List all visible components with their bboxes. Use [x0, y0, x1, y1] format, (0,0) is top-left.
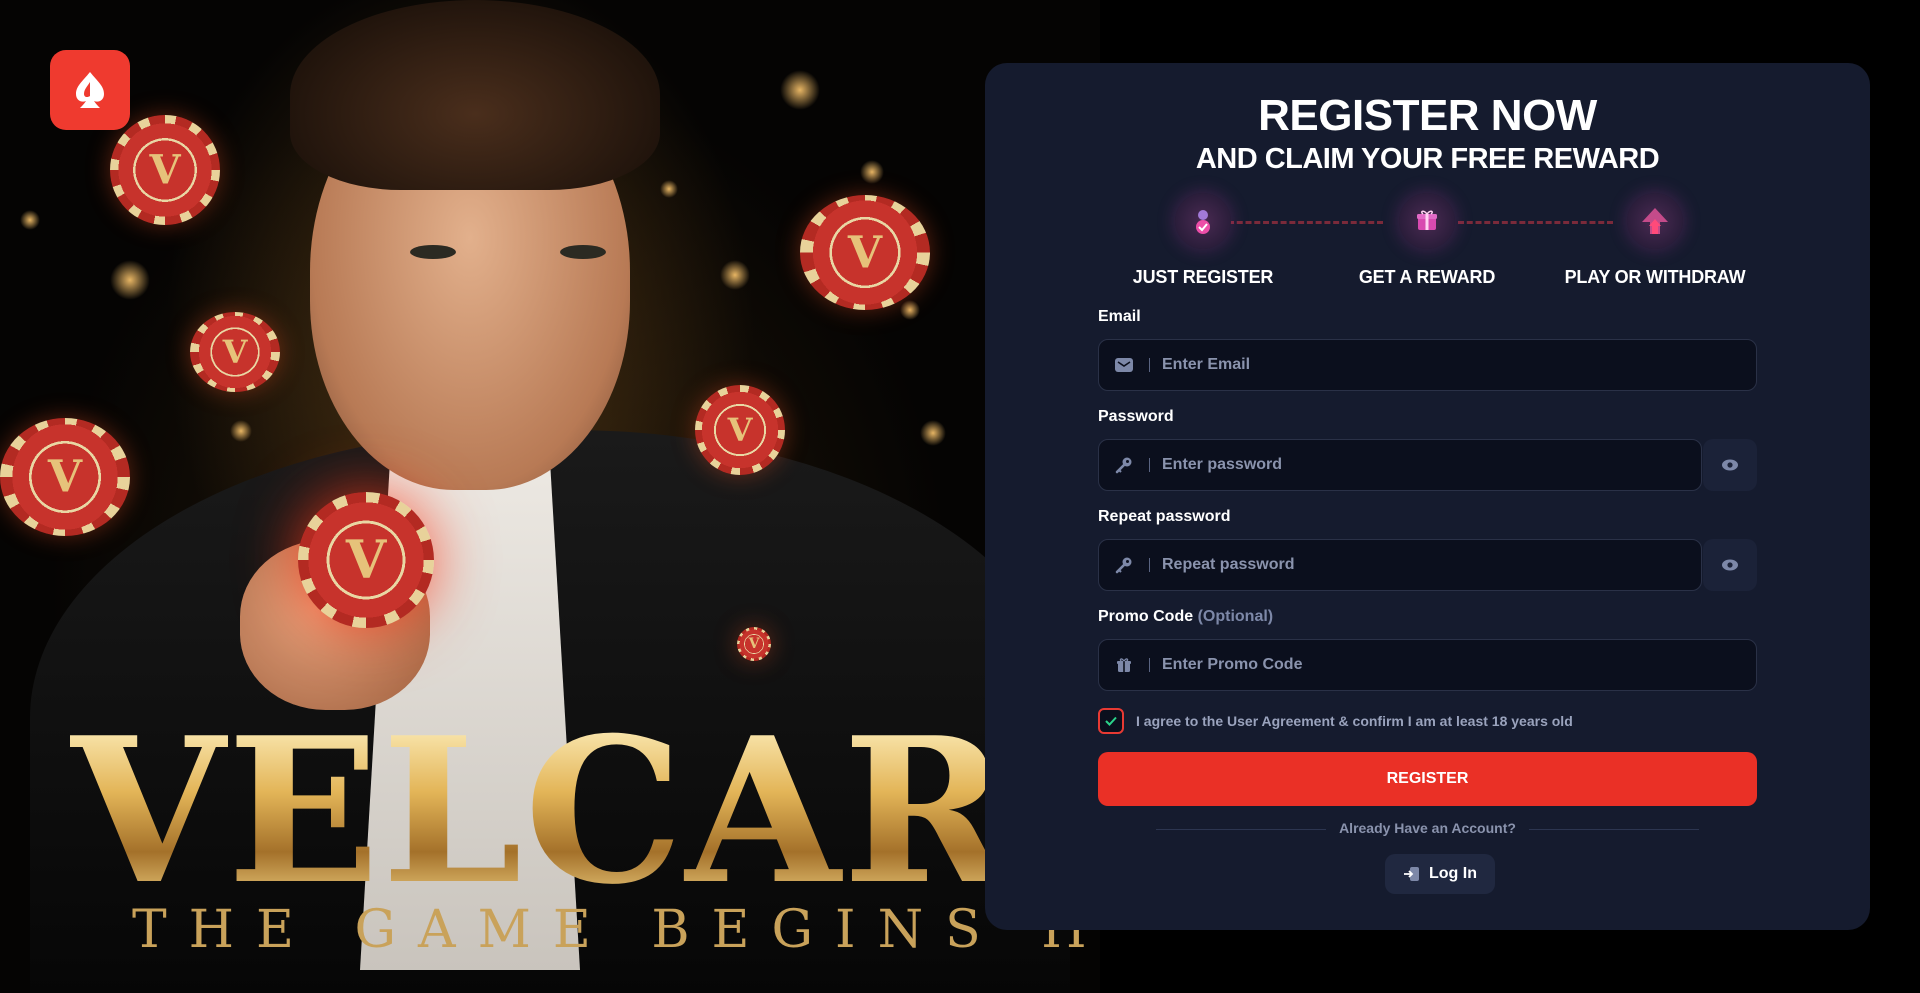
key-icon	[1099, 556, 1149, 574]
divider-line	[1529, 829, 1699, 830]
step-label: GET A REWARD	[1358, 267, 1496, 287]
user-check-icon	[1175, 193, 1231, 249]
step-label: PLAY OR WITHDRAW	[1564, 267, 1746, 287]
spade-flame-icon	[76, 72, 104, 108]
poker-chip-image: V	[110, 115, 220, 225]
eye	[410, 245, 456, 259]
register-button[interactable]: REGISTER	[1098, 752, 1757, 806]
password-input[interactable]	[1160, 455, 1701, 475]
repeat-password-label: Repeat password	[1098, 508, 1231, 525]
field-separator	[1149, 558, 1150, 572]
agreement-text: I agree to the User Agreement & confirm …	[1136, 713, 1573, 729]
login-button[interactable]: Log In	[1385, 854, 1495, 894]
checkmark-icon	[1105, 716, 1117, 726]
brand-tagline: THE GAME BEGINS HERE	[132, 900, 1100, 960]
step-just-register: JUST REGISTER	[1098, 193, 1308, 288]
hair	[290, 0, 660, 190]
agreement-row: I agree to the User Agreement & confirm …	[1098, 708, 1573, 734]
already-have-account: Already Have an Account?	[1098, 820, 1757, 836]
poker-chip-image: V	[0, 418, 130, 536]
repeat-password-input[interactable]	[1160, 555, 1701, 575]
toggle-password-visibility-button[interactable]	[1703, 439, 1757, 491]
key-icon	[1099, 456, 1149, 474]
promo-code-label-text: Promo Code	[1098, 608, 1194, 625]
field-separator	[1149, 458, 1150, 472]
bokeh-light	[110, 260, 150, 300]
already-have-account-text: Already Have an Account?	[1339, 820, 1516, 836]
brand-wordmark: VELCAR	[70, 694, 1011, 929]
gift-icon	[1099, 657, 1149, 673]
field-separator	[1149, 358, 1150, 372]
glowing-poker-chip-image: V	[298, 492, 434, 628]
register-title: REGISTER NOW	[1258, 91, 1597, 140]
hero-banner: V V V V V V V VELCAR THE GAME BEGINS HER…	[0, 0, 1100, 993]
register-panel: REGISTER NOW AND CLAIM YOUR FREE REWARD …	[985, 63, 1870, 930]
agreement-checkbox[interactable]	[1098, 708, 1124, 734]
promo-code-input[interactable]	[1160, 655, 1756, 675]
poker-chip-image: V	[695, 385, 785, 475]
optional-hint: (Optional)	[1197, 608, 1274, 625]
email-input[interactable]	[1160, 355, 1756, 375]
password-field-wrapper	[1098, 439, 1702, 491]
email-field-wrapper	[1098, 339, 1757, 391]
site-logo[interactable]	[50, 50, 130, 130]
promo-code-label: Promo Code (Optional)	[1098, 608, 1273, 626]
toggle-repeat-password-visibility-button[interactable]	[1703, 539, 1757, 591]
promo-code-field-wrapper	[1098, 639, 1757, 691]
lapel-pin-image: V	[737, 627, 771, 661]
eye-icon	[1722, 459, 1738, 471]
envelope-icon	[1099, 358, 1149, 372]
divider-line	[1156, 829, 1326, 830]
login-button-label: Log In	[1429, 865, 1477, 882]
reward-steps: JUST REGISTER GET A REWARD PLAY OR WITHD…	[1098, 193, 1757, 303]
bokeh-light	[20, 210, 40, 230]
arrow-up-icon	[1627, 193, 1683, 249]
step-label: JUST REGISTER	[1132, 267, 1274, 287]
step-get-reward: GET A REWARD	[1322, 193, 1532, 288]
step-play-withdraw: PLAY OR WITHDRAW	[1550, 193, 1760, 288]
password-label: Password	[1098, 408, 1174, 425]
eye-icon	[1722, 559, 1738, 571]
field-separator	[1149, 658, 1150, 672]
eye	[560, 245, 606, 259]
bokeh-light	[920, 420, 946, 446]
gift-icon	[1399, 193, 1455, 249]
repeat-password-field-wrapper	[1098, 539, 1702, 591]
login-door-icon	[1404, 867, 1419, 881]
poker-chip-image: V	[190, 312, 280, 392]
poker-chip-image: V	[800, 195, 930, 310]
email-label: Email	[1098, 308, 1141, 325]
bokeh-light	[900, 300, 920, 320]
register-subtitle: AND CLAIM YOUR FREE REWARD	[1195, 143, 1660, 175]
